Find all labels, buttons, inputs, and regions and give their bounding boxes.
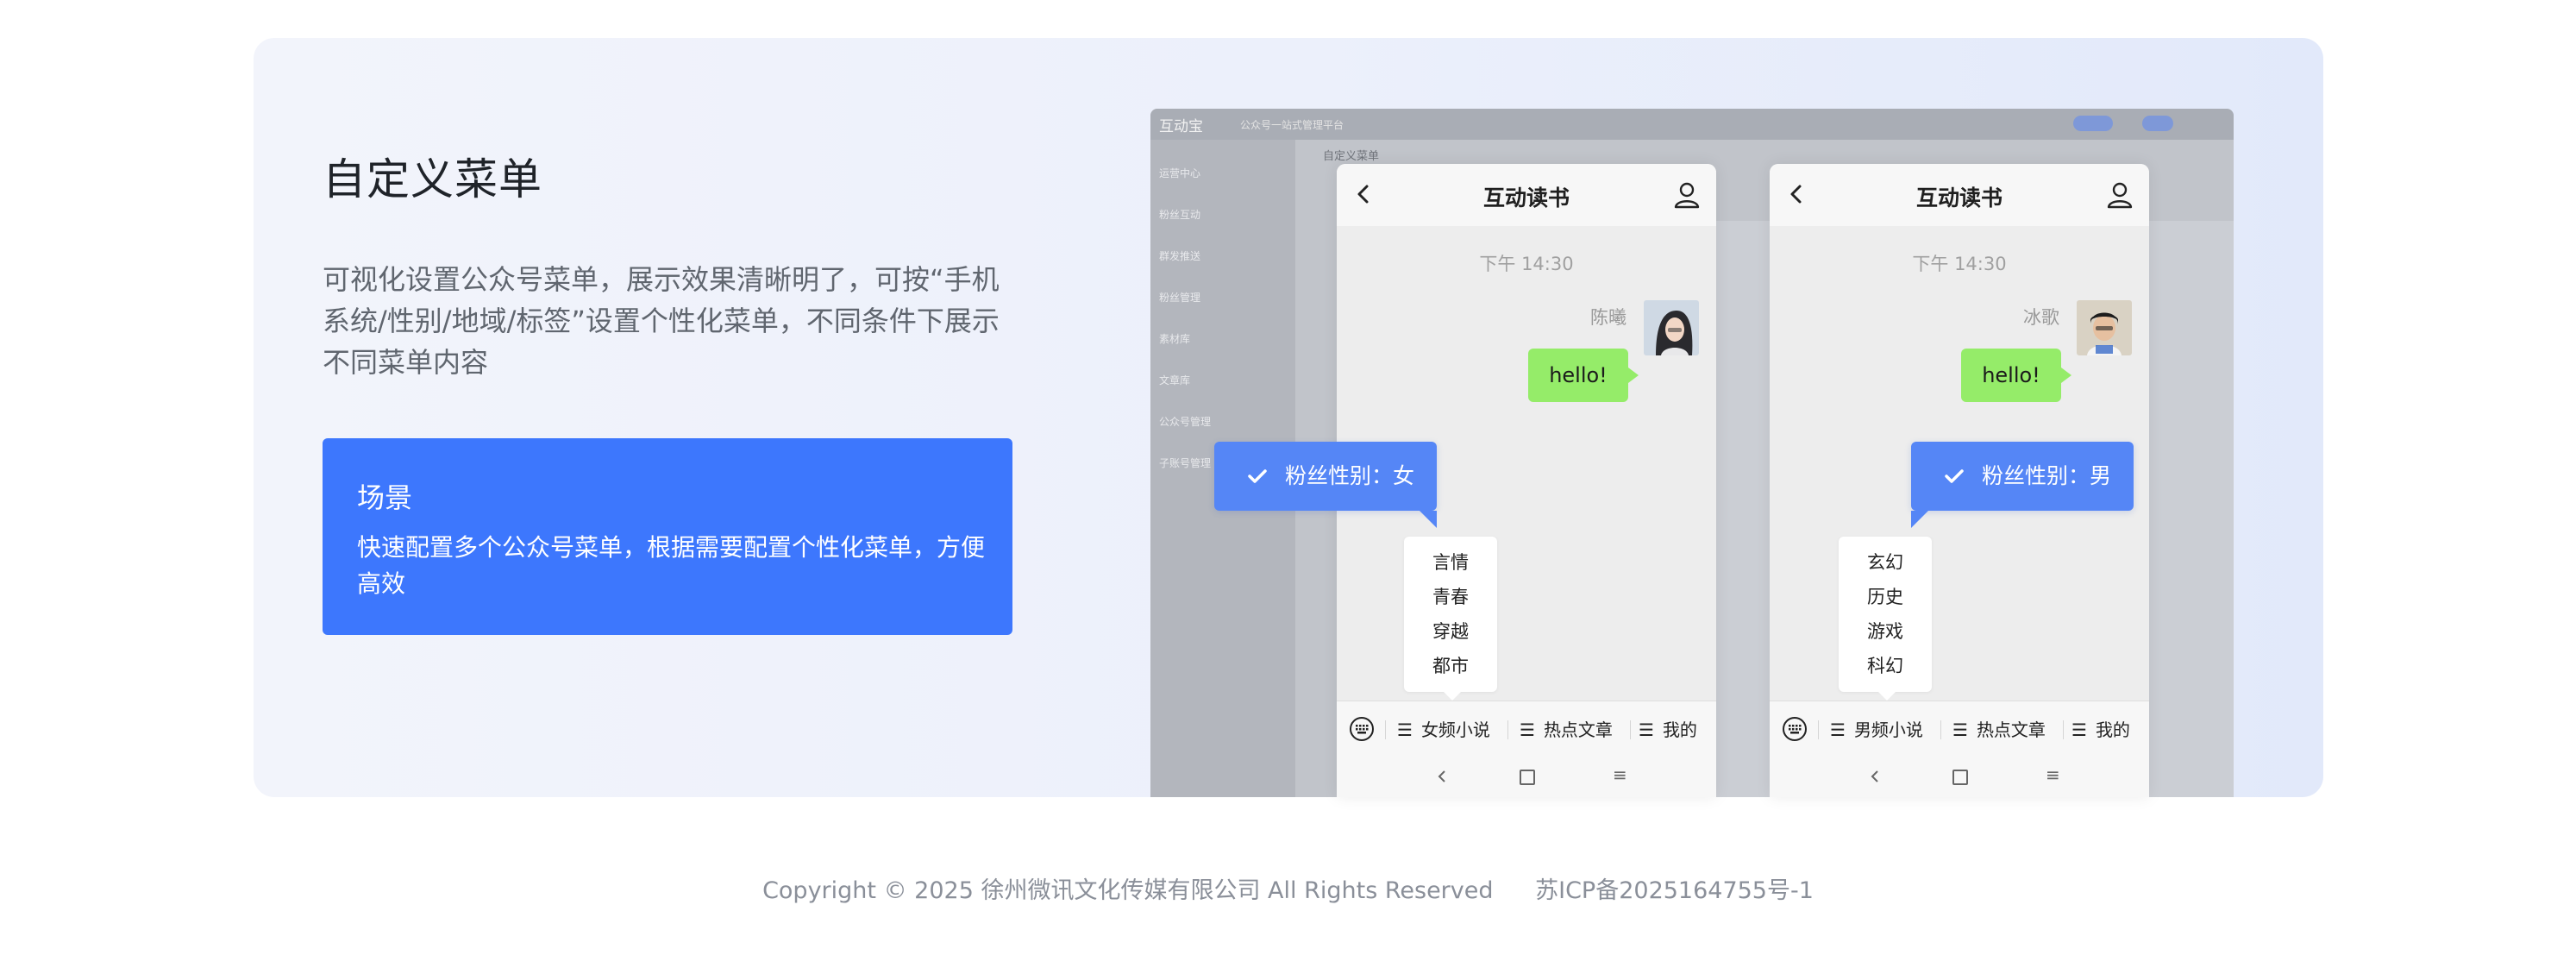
submenu-item[interactable]: 科幻 bbox=[1839, 649, 1932, 683]
admin-sidebar-item: 子账号管理 bbox=[1159, 457, 1212, 469]
admin-badge-icon bbox=[2073, 116, 2113, 131]
admin-sidebar-item: 群发推送 bbox=[1159, 250, 1201, 262]
submenu-popup: 玄幻 历史 游戏 科幻 bbox=[1839, 537, 1932, 701]
scene-title: 场景 bbox=[357, 481, 413, 514]
sender-name: 冰歌 bbox=[2023, 307, 2059, 328]
submenu-item[interactable]: 青春 bbox=[1404, 580, 1497, 614]
check-icon bbox=[1945, 469, 1964, 483]
submenu-item[interactable]: 历史 bbox=[1839, 580, 1932, 614]
menu-item-label: 热点文章 bbox=[1543, 720, 1613, 740]
admin-sidebar-item: 运营中心 bbox=[1159, 167, 1201, 179]
footer: Copyright © 2025 徐州微讯文化传媒有限公司 All Rights… bbox=[0, 871, 2576, 905]
menu-lines-icon: ☰ bbox=[1639, 720, 1654, 740]
menu-lines-icon: ☰ bbox=[2071, 720, 2087, 740]
admin-sidebar-item: 公众号管理 bbox=[1159, 416, 1212, 428]
admin-sidebar-item: 粉丝互动 bbox=[1159, 209, 1201, 221]
menu-item-label: 热点文章 bbox=[1976, 720, 2046, 740]
nav-back-icon[interactable] bbox=[1436, 766, 1448, 787]
menu-item-label: 我的 bbox=[2095, 720, 2130, 740]
user-icon[interactable] bbox=[1673, 181, 1701, 209]
keyboard-icon[interactable] bbox=[1782, 716, 1808, 742]
admin-subtitle: 公众号一站式管理平台 bbox=[1240, 119, 1344, 131]
menu-separator bbox=[1630, 720, 1631, 739]
menu-separator bbox=[1940, 720, 1941, 739]
tag-label: 粉丝性别：男 bbox=[1982, 463, 2112, 488]
admin-topbar: 互动宝 公众号一站式管理平台 bbox=[1150, 109, 2234, 140]
nav-home-icon[interactable] bbox=[1520, 770, 1535, 785]
copyright-text: Copyright © 2025 徐州微讯文化传媒有限公司 All Rights… bbox=[762, 877, 1494, 904]
menu-item-2[interactable]: ☰ 热点文章 bbox=[1520, 701, 1613, 758]
admin-page-heading: 自定义菜单 bbox=[1323, 150, 1380, 163]
nav-back-icon[interactable] bbox=[1869, 766, 1881, 787]
menu-item-3[interactable]: ☰ 我的 bbox=[2071, 701, 2130, 758]
phone-header: 互动读书 bbox=[1337, 164, 1716, 226]
menu-separator bbox=[1818, 720, 1819, 739]
user-icon[interactable] bbox=[2106, 181, 2134, 209]
custom-menu-bar: ☰ 男频小说 ☰ 热点文章 ☰ 我的 bbox=[1770, 701, 2149, 758]
feature-title: 自定义菜单 bbox=[323, 154, 542, 204]
submenu-item[interactable]: 穿越 bbox=[1404, 614, 1497, 649]
nav-menu-icon[interactable]: ≡ bbox=[2046, 764, 2060, 785]
menu-item-1[interactable]: ☰ 男频小说 bbox=[1830, 701, 1923, 758]
scene-text: 快速配置多个公众号菜单，根据需要配置个性化菜单，方便高效 bbox=[357, 533, 986, 598]
menu-separator bbox=[2063, 720, 2064, 739]
admin-sidebar-item: 粉丝管理 bbox=[1159, 292, 1201, 304]
chat-time: 下午 14:30 bbox=[1912, 254, 2007, 274]
menu-item-label: 男频小说 bbox=[1853, 720, 1923, 740]
gender-tag-male: 粉丝性别：男 bbox=[1911, 442, 2134, 528]
menu-item-3[interactable]: ☰ 我的 bbox=[1639, 701, 1697, 758]
feature-description: 可视化设置公众号菜单，展示效果清晰明了，可按“手机系统/性别/地域/标签”设置个… bbox=[323, 263, 1000, 379]
icp-link[interactable]: 苏ICP备2025164755号-1 bbox=[1535, 871, 1814, 905]
menu-item-label: 我的 bbox=[1662, 720, 1697, 740]
menu-item-1[interactable]: ☰ 女频小说 bbox=[1397, 701, 1490, 758]
menu-separator bbox=[1507, 720, 1508, 739]
chat-time: 下午 14:30 bbox=[1479, 254, 1574, 274]
gender-tag-female: 粉丝性别：女 bbox=[1214, 442, 1437, 528]
chat-bubble: hello! bbox=[1961, 349, 2071, 402]
admin-sidebar-item: 文章库 bbox=[1159, 374, 1191, 386]
tag-label: 粉丝性别：女 bbox=[1285, 463, 1415, 488]
admin-sidebar-item: 素材库 bbox=[1159, 333, 1191, 345]
menu-item-2[interactable]: ☰ 热点文章 bbox=[1952, 701, 2046, 758]
chat-bubble: hello! bbox=[1528, 349, 1639, 402]
admin-badge-icon bbox=[2142, 116, 2173, 131]
submenu-item[interactable]: 都市 bbox=[1404, 649, 1497, 683]
check-icon bbox=[1248, 469, 1267, 483]
system-navbar: ≡ bbox=[1337, 757, 1716, 797]
submenu-item[interactable]: 游戏 bbox=[1839, 614, 1932, 649]
nav-home-icon[interactable] bbox=[1952, 770, 1968, 785]
menu-lines-icon: ☰ bbox=[1520, 720, 1535, 740]
avatar bbox=[2077, 300, 2132, 355]
avatar bbox=[1644, 300, 1699, 355]
keyboard-icon[interactable] bbox=[1349, 716, 1375, 742]
submenu-popup: 言情 青春 穿越 都市 bbox=[1404, 537, 1497, 701]
custom-menu-bar: ☰ 女频小说 ☰ 热点文章 ☰ 我的 bbox=[1337, 701, 1716, 758]
submenu-item[interactable]: 言情 bbox=[1404, 545, 1497, 580]
system-navbar: ≡ bbox=[1770, 757, 2149, 797]
phone-header: 互动读书 bbox=[1770, 164, 2149, 226]
menu-lines-icon: ☰ bbox=[1830, 720, 1846, 740]
menu-item-label: 女频小说 bbox=[1420, 720, 1490, 740]
phone-title: 互动读书 bbox=[1482, 185, 1570, 211]
sender-name: 陈曦 bbox=[1590, 307, 1626, 328]
submenu-item[interactable]: 玄幻 bbox=[1839, 545, 1932, 580]
menu-lines-icon: ☰ bbox=[1952, 720, 1968, 740]
menu-separator bbox=[1385, 720, 1386, 739]
phone-title: 互动读书 bbox=[1915, 185, 2003, 211]
menu-lines-icon: ☰ bbox=[1397, 720, 1413, 740]
nav-menu-icon[interactable]: ≡ bbox=[1613, 764, 1627, 785]
admin-logo: 互动宝 bbox=[1159, 118, 1203, 135]
scene-box: 场景 快速配置多个公众号菜单，根据需要配置个性化菜单，方便高效 bbox=[323, 438, 1012, 635]
